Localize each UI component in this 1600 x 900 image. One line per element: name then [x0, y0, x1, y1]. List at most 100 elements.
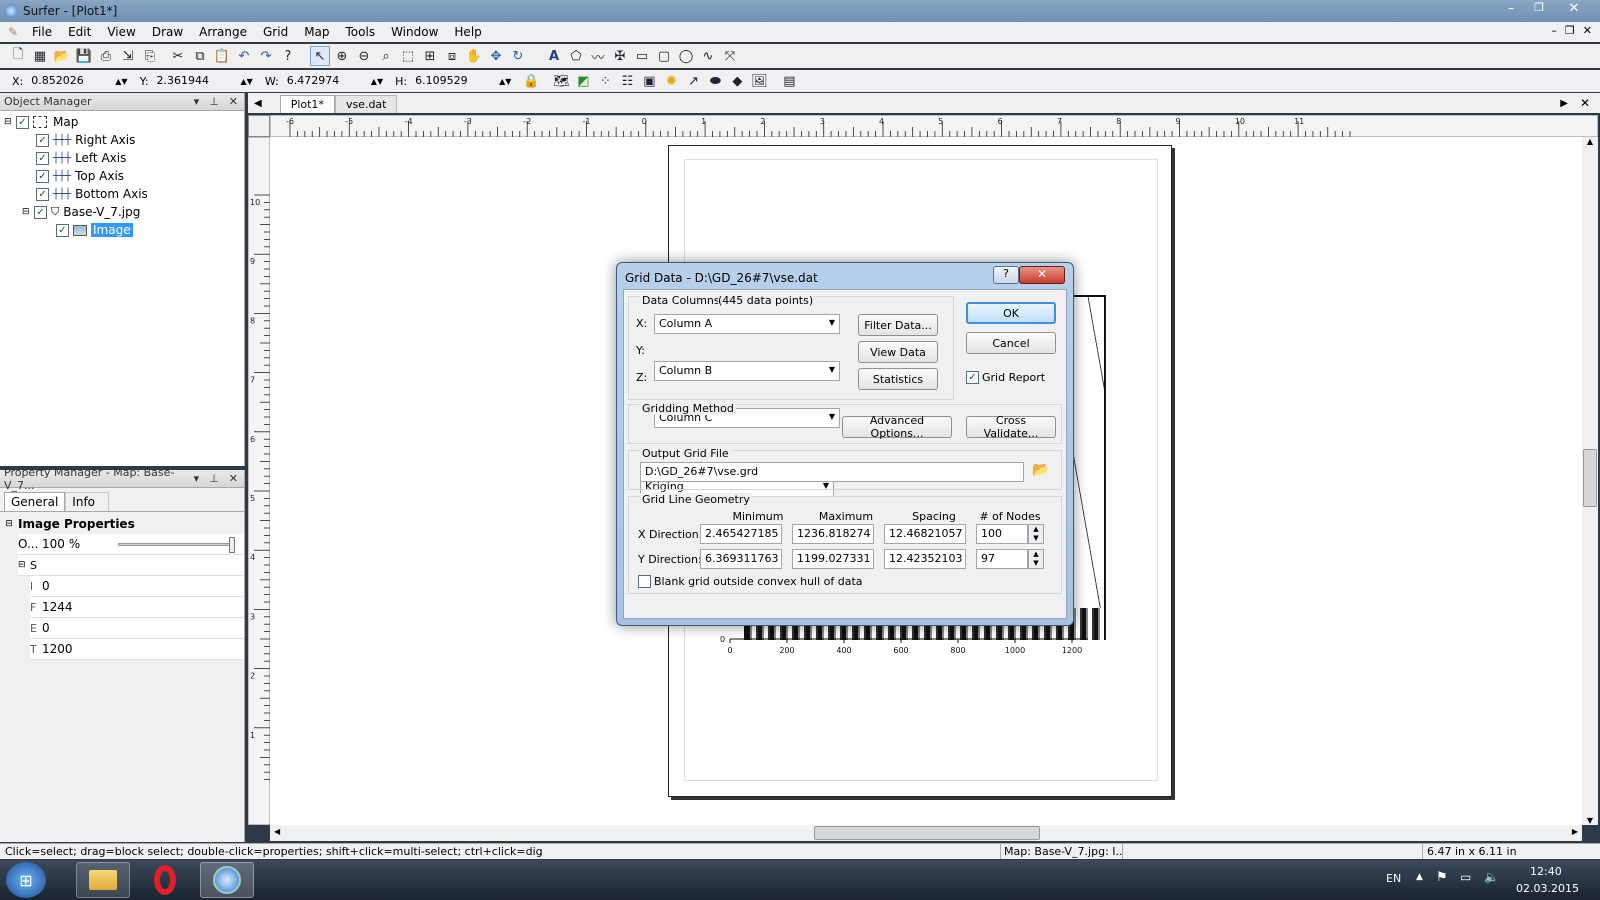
- dialog-help-button[interactable]: ?: [993, 266, 1019, 284]
- menu-file[interactable]: File: [32, 25, 52, 39]
- language-indicator[interactable]: EN: [1386, 872, 1401, 885]
- visibility-checkbox[interactable]: ✓: [36, 151, 49, 165]
- visibility-checkbox[interactable]: ✓: [16, 115, 29, 129]
- property-value[interactable]: 1200: [42, 642, 73, 656]
- mdi-restore-icon[interactable]: ❐: [1565, 24, 1575, 37]
- new-plot-icon[interactable]: 🗋: [8, 46, 28, 66]
- visibility-checkbox[interactable]: ✓: [34, 205, 47, 219]
- statistics-button[interactable]: Statistics: [858, 368, 938, 390]
- collapse-icon[interactable]: ⊟: [18, 560, 30, 570]
- cancel-button[interactable]: Cancel: [966, 332, 1056, 354]
- advanced-options-button[interactable]: Advanced Options...: [842, 414, 952, 440]
- collapse-icon[interactable]: ⊟: [0, 519, 18, 529]
- menu-help[interactable]: Help: [454, 25, 481, 39]
- x-nodes-spin-icon[interactable]: ▲ ▼: [1028, 524, 1044, 544]
- property-row[interactable]: E 0: [0, 617, 244, 639]
- center-icon[interactable]: ✥: [486, 46, 506, 66]
- help-pointer-icon[interactable]: ?: [278, 46, 298, 66]
- tree-item-map[interactable]: ⊟ ✓ Map: [4, 113, 244, 131]
- h-field[interactable]: 6.109529: [411, 72, 500, 90]
- tree-item-base-layer[interactable]: ⊟ ✓ ⛉ Base-V_7.jpg: [4, 203, 244, 221]
- property-row[interactable]: l 0: [0, 575, 244, 597]
- menu-tools[interactable]: Tools: [346, 25, 376, 39]
- filter-data-button[interactable]: Filter Data...: [858, 314, 938, 336]
- panel-close-icon[interactable]: ✕: [229, 472, 238, 485]
- open-icon[interactable]: 📂: [52, 46, 72, 66]
- horizontal-scroll-thumb[interactable]: [814, 826, 1040, 840]
- y-coord-field[interactable]: 2.361944: [152, 72, 241, 90]
- x-spacing-field[interactable]: 12.46821057: [884, 524, 966, 544]
- visibility-checkbox[interactable]: ✓: [36, 187, 49, 201]
- print-icon[interactable]: ⎙: [96, 46, 116, 66]
- w-spin-icon[interactable]: ▲▼: [371, 77, 383, 86]
- y-column-select[interactable]: Column B: [654, 361, 840, 381]
- rounded-rect-tool-icon[interactable]: ▢: [654, 46, 674, 66]
- x-column-select[interactable]: Column A: [654, 314, 840, 334]
- visibility-checkbox[interactable]: ✓: [36, 169, 49, 183]
- x-minimum-field[interactable]: 2.465427185: [700, 524, 782, 544]
- redraw-icon[interactable]: ↻: [508, 46, 528, 66]
- print-preview-icon[interactable]: ⎘: [140, 46, 160, 66]
- spline-tool-icon[interactable]: ∿: [698, 46, 718, 66]
- redo-icon[interactable]: ↷: [256, 46, 276, 66]
- dialog-close-button[interactable]: ✕: [1019, 266, 1065, 284]
- property-value[interactable]: 0: [42, 579, 50, 593]
- y-spacing-field[interactable]: 12.42352103: [884, 549, 966, 569]
- menu-draw[interactable]: Draw: [152, 25, 183, 39]
- tray-display-icon[interactable]: ▭: [1460, 870, 1471, 884]
- scroll-left-icon[interactable]: ◀: [274, 827, 280, 836]
- clock-date[interactable]: 02.03.2015: [1516, 882, 1579, 895]
- tab-scroll-right-icon[interactable]: ▶: [1552, 98, 1576, 113]
- symbol-tool-icon[interactable]: ✠: [610, 46, 630, 66]
- start-button[interactable]: ⊞: [6, 862, 46, 898]
- x-nodes-field[interactable]: 100: [976, 524, 1028, 544]
- tray-volume-icon[interactable]: 🔈: [1484, 870, 1499, 884]
- view-data-button[interactable]: View Data: [858, 341, 938, 363]
- scroll-up-icon[interactable]: ▲: [1582, 137, 1598, 146]
- new-worksheet-icon[interactable]: ▦: [30, 46, 50, 66]
- zoom-out-icon[interactable]: ⊖: [354, 46, 374, 66]
- surfer-menu-icon[interactable]: ✎: [8, 25, 24, 39]
- w-field[interactable]: 6.472974: [282, 72, 371, 90]
- classed-post-icon[interactable]: ☷: [617, 71, 637, 91]
- mdi-minimize-icon[interactable]: –: [1551, 24, 1557, 37]
- property-row[interactable]: F 1244: [0, 596, 244, 618]
- lock-aspect-icon[interactable]: 🔒: [521, 71, 541, 91]
- property-row[interactable]: T 1200: [0, 638, 244, 660]
- y-nodes-spin-icon[interactable]: ▲ ▼: [1028, 549, 1044, 569]
- menu-map[interactable]: Map: [304, 25, 329, 39]
- undo-icon[interactable]: ↶: [234, 46, 254, 66]
- taskbar-opera[interactable]: [138, 862, 192, 898]
- y-minimum-field[interactable]: 6.369311763: [700, 549, 782, 569]
- menu-edit[interactable]: Edit: [68, 25, 91, 39]
- surface-map-icon[interactable]: ◆: [727, 71, 747, 91]
- zoom-page-icon[interactable]: ⧈: [442, 46, 462, 66]
- reshape-tool-icon[interactable]: ⤧: [720, 46, 740, 66]
- close-document-icon[interactable]: ✕: [1576, 96, 1600, 113]
- menu-grid[interactable]: Grid: [263, 25, 288, 39]
- tree-item-right-axis[interactable]: ✓ ┼┼┼ Right Axis: [4, 131, 244, 149]
- tab-plot1[interactable]: Plot1*: [279, 95, 335, 113]
- cut-icon[interactable]: ✂: [168, 46, 188, 66]
- save-icon[interactable]: 💾: [74, 46, 94, 66]
- grid-report-checkbox[interactable]: ✓: [966, 371, 979, 384]
- paste-icon[interactable]: 📋: [212, 46, 232, 66]
- tree-item-image[interactable]: ✓ Image: [4, 221, 244, 239]
- property-row[interactable]: O... 100 %: [0, 533, 244, 555]
- close-window-button[interactable]: ✕: [1554, 1, 1594, 19]
- output-grid-path[interactable]: D:\GD_26#7\vse.grd: [640, 462, 1024, 482]
- tab-vse-dat[interactable]: vse.dat: [334, 95, 398, 113]
- menu-window[interactable]: Window: [391, 25, 438, 39]
- maximize-button[interactable]: ❐: [1526, 1, 1552, 19]
- tray-flag-icon[interactable]: ⚑: [1436, 870, 1448, 885]
- zoom-fit-icon[interactable]: ⌕: [376, 46, 396, 66]
- horizontal-scrollbar[interactable]: ◀ ▶: [270, 825, 1582, 841]
- y-nodes-field[interactable]: 97: [976, 549, 1028, 569]
- y-maximum-field[interactable]: 1199.027331: [792, 549, 874, 569]
- grid-data-icon[interactable]: ▤: [779, 71, 799, 91]
- visibility-checkbox[interactable]: ✓: [36, 133, 49, 147]
- collapse-icon[interactable]: ⊟: [22, 207, 34, 217]
- panel-close-icon[interactable]: ✕: [229, 95, 238, 108]
- slider-thumb[interactable]: [229, 536, 235, 553]
- x-maximum-field[interactable]: 1236.818274: [792, 524, 874, 544]
